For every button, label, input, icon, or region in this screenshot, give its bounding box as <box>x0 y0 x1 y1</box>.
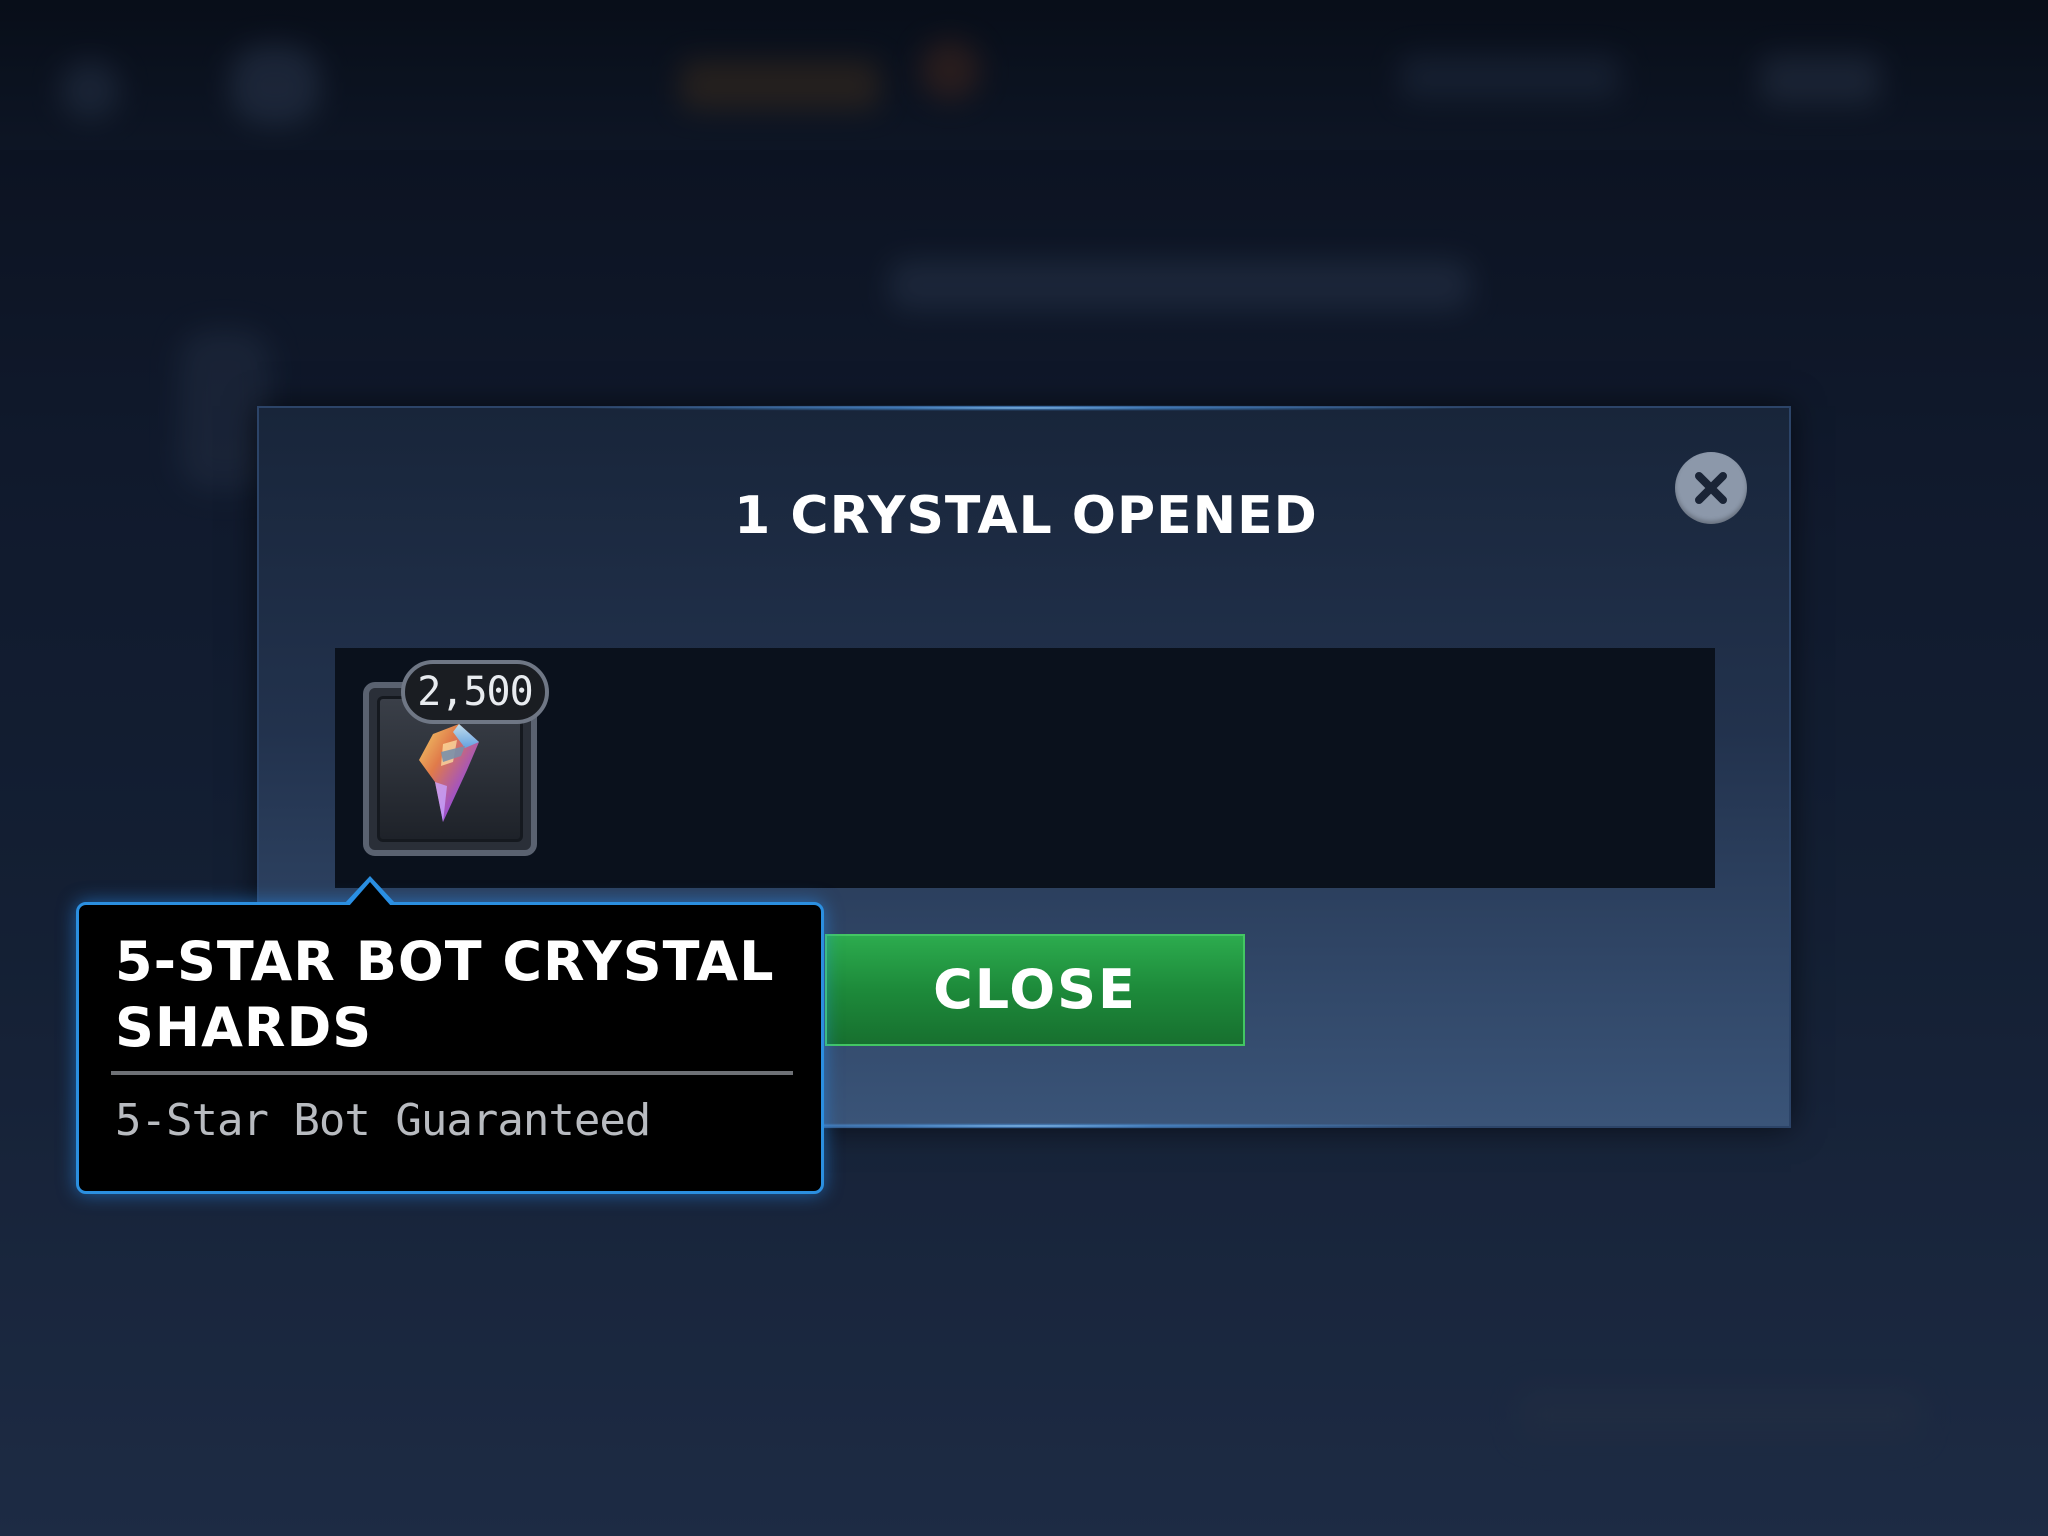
close-button[interactable]: CLOSE <box>825 934 1245 1046</box>
crystal-shard-icon <box>419 724 479 822</box>
reward-list: 2,500 <box>335 648 1715 888</box>
modal-title: 1 CRYSTAL OPENED <box>734 486 1318 546</box>
reward-item-crystal-shards[interactable]: 2,500 <box>363 660 549 856</box>
reward-quantity-badge: 2,500 <box>401 660 549 724</box>
tooltip-description: 5-Star Bot Guaranteed <box>115 1095 651 1146</box>
close-icon <box>1695 472 1727 504</box>
tooltip-arrow-fill <box>349 882 391 906</box>
panel-glow-top <box>559 405 1493 411</box>
close-icon-button[interactable] <box>1675 452 1747 524</box>
reward-tooltip: 5-STAR BOT CRYSTAL SHARDS 5-Star Bot Gua… <box>76 902 824 1194</box>
tooltip-title: 5-STAR BOT CRYSTAL SHARDS <box>115 930 775 1059</box>
tooltip-divider <box>111 1071 793 1075</box>
